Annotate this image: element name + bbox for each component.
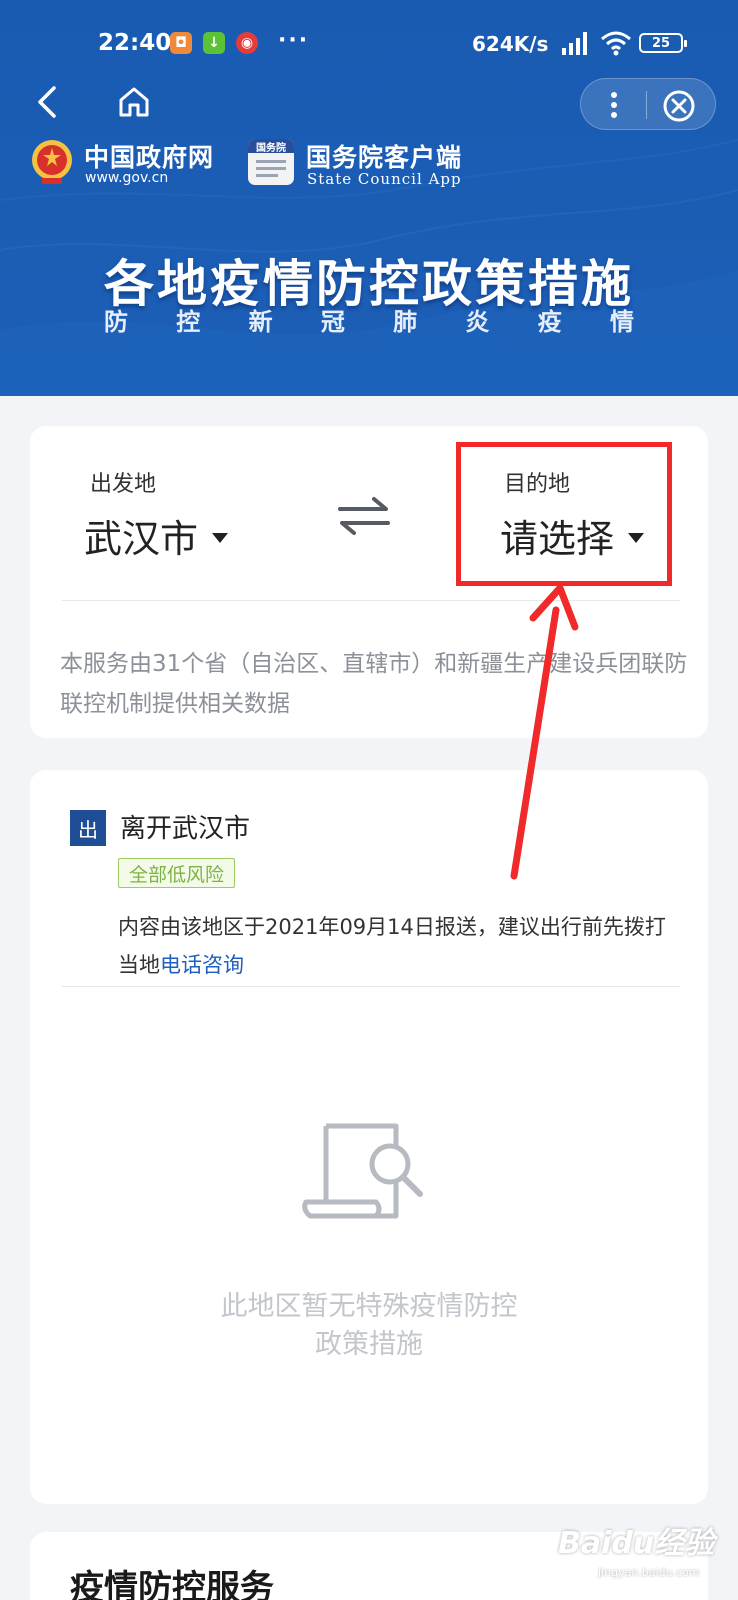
app-logo-text: 国务院 [248, 139, 294, 154]
departure-value: 武汉市 [84, 517, 199, 561]
back-icon[interactable] [30, 82, 64, 122]
header: 22:40 ◘ ↓ ◉ ··· 624K/s 25 中国政府网 www.gov.… [0, 0, 738, 396]
app-name-en: State Council App [307, 170, 462, 188]
more-notifications-icon: ··· [278, 28, 310, 53]
app-logo-lines-icon [256, 160, 286, 177]
battery-icon: 25 [639, 33, 687, 53]
highlight-box [456, 442, 672, 586]
banner-subtitle-char: 疫 [537, 308, 562, 336]
wifi-icon [601, 31, 631, 56]
empty-line-2: 政策措施 [315, 1329, 423, 1360]
banner-subtitle-char: 肺 [393, 308, 418, 336]
home-icon[interactable] [116, 84, 152, 120]
swap-icon[interactable] [336, 494, 392, 538]
state-council-app-logo: 国务院 [248, 139, 294, 185]
music-app-icon: ◉ [236, 32, 258, 54]
status-time: 22:40 [98, 30, 172, 56]
notification-app-icon: ◘ [170, 32, 192, 54]
leave-policy-card: 出 离开武汉市 全部低风险 内容由该地区于2021年09月14日报送，建议出行前… [30, 770, 708, 1504]
banner-subtitle-char: 防 [104, 308, 128, 336]
banner-subtitle-char: 新 [248, 308, 273, 336]
banner-subtitle: 防 控 新 冠 肺 炎 疫 情 [104, 302, 634, 337]
mini-program-capsule [580, 78, 716, 130]
report-info: 内容由该地区于2021年09月14日报送，建议出行前先拨打当地电话咨询 [118, 908, 678, 984]
route-selector-card: 出发地 武汉市 目的地 请选择 本服务由31个省（自治区、直辖市）和新疆生产建设… [30, 426, 708, 738]
banner-subtitle-char: 控 [176, 308, 201, 336]
network-speed: 624K/s [472, 32, 549, 56]
download-icon: ↓ [203, 32, 225, 54]
more-icon[interactable] [599, 87, 629, 123]
app-name: 国务院客户端 [306, 143, 463, 172]
leave-title: 离开武汉市 [120, 814, 251, 844]
divider [62, 986, 680, 987]
signal-icon [562, 32, 587, 55]
divider [62, 600, 680, 601]
banner-subtitle-char: 冠 [320, 308, 345, 336]
phone-consult-link[interactable]: 电话咨询 [160, 953, 244, 977]
gov-site-url: www.gov.cn [85, 170, 169, 186]
departure-select[interactable]: 武汉市 [84, 508, 229, 563]
services-title: 疫情防控服务 [70, 1568, 274, 1600]
banner-subtitle-char: 炎 [465, 308, 490, 336]
caret-down-icon [212, 532, 229, 543]
departure-badge: 出 [70, 810, 106, 846]
watermark-sub: jingyan.baidu.com [598, 1566, 700, 1579]
gov-site-name: 中国政府网 [84, 143, 215, 172]
close-icon[interactable] [661, 88, 697, 124]
watermark-main: Baidu经验 [558, 1526, 715, 1561]
watermark: Baidu经验 jingyan.baidu.com [558, 1518, 728, 1590]
empty-state-text: 此地区暂无特殊疫情防控 政策措施 [30, 1288, 708, 1364]
banner-subtitle-char: 情 [609, 308, 634, 336]
empty-line-1: 此地区暂无特殊疫情防控 [220, 1291, 518, 1322]
data-source-note: 本服务由31个省（自治区、直辖市）和新疆生产建设兵团联防联控机制提供相关数据 [60, 651, 688, 717]
search-document-icon [302, 1123, 423, 1219]
national-emblem-icon [32, 140, 72, 184]
capsule-divider [646, 91, 647, 119]
status-bar: 22:40 ◘ ↓ ◉ ··· 624K/s 25 [0, 0, 738, 90]
risk-level-tag: 全部低风险 [118, 858, 236, 888]
departure-label: 出发地 [90, 472, 157, 497]
battery-level: 25 [651, 35, 671, 51]
